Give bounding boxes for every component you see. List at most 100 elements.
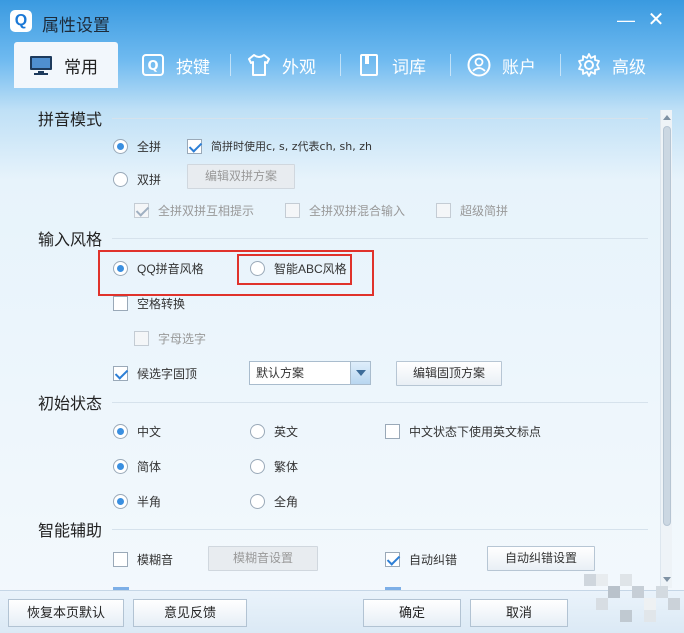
divider: [112, 529, 648, 530]
checkbox-indicator: [385, 552, 400, 567]
radio-indicator: [250, 424, 265, 439]
option-label: 全角: [274, 495, 299, 509]
close-button[interactable]: ✕: [644, 8, 668, 32]
tab-label: 外观: [282, 57, 316, 78]
checkbox-fuzzy[interactable]: 模糊音: [113, 551, 173, 568]
radio-indicator: [250, 494, 265, 509]
title-bar: Q 属性设置 — ✕: [0, 0, 684, 42]
tab-advanced[interactable]: 高级: [562, 42, 666, 88]
option-label: 空格转换: [137, 297, 186, 311]
radio-english[interactable]: 英文: [250, 423, 298, 440]
scrollbar[interactable]: [660, 110, 672, 588]
checkbox-indicator: [113, 366, 128, 381]
section-title-initial-state: 初始状态: [38, 394, 103, 413]
radio-simplified[interactable]: 简体: [113, 458, 161, 475]
radio-full-pinyin[interactable]: 全拼: [113, 138, 161, 155]
tab-separator: [230, 54, 231, 76]
checkbox-fixed-top[interactable]: 候选字固顶: [113, 365, 197, 382]
option-label: 半角: [137, 495, 162, 509]
option-label: 双拼: [137, 173, 162, 187]
tab-bar: 常用 Q 按键 外观 词库 账户 高级: [0, 42, 684, 88]
option-label: 超级简拼: [460, 204, 509, 218]
fuzzy-settings-button[interactable]: 模糊音设置: [208, 546, 318, 571]
app-logo: Q: [10, 10, 32, 32]
checkbox-auto-correct[interactable]: 自动纠错: [385, 551, 457, 568]
checkbox-mixed-input[interactable]: 全拼双拼混合输入: [285, 202, 405, 219]
option-label: 候选字固顶: [137, 367, 198, 381]
tab-label: 词库: [392, 57, 426, 78]
scroll-thumb[interactable]: [663, 126, 671, 526]
tab-account[interactable]: 账户: [452, 42, 556, 88]
divider: [112, 402, 648, 403]
restore-default-button[interactable]: 恢复本页默认: [8, 599, 124, 627]
tab-label: 高级: [612, 57, 646, 78]
radio-qq-style[interactable]: QQ拼音风格: [113, 260, 204, 277]
radio-traditional[interactable]: 繁体: [250, 458, 298, 475]
book-icon: [360, 54, 378, 76]
option-label: 全拼双拼混合输入: [309, 204, 406, 218]
window-title: 属性设置: [42, 16, 110, 36]
checkbox-space-convert[interactable]: 空格转换: [113, 295, 185, 312]
select-value: 默认方案: [256, 366, 305, 380]
checkbox-indicator: [285, 203, 300, 218]
option-label: 全拼: [137, 140, 162, 154]
checkbox-letter-select[interactable]: 字母选字: [134, 330, 206, 347]
user-icon: [467, 53, 491, 77]
checkbox-mutual-hint[interactable]: 全拼双拼互相提示: [134, 202, 254, 219]
minimize-button[interactable]: —: [614, 8, 638, 32]
tab-common[interactable]: 常用: [14, 42, 118, 88]
tab-label: 按键: [176, 57, 210, 78]
divider: [112, 118, 648, 119]
section-title-smart-assist: 智能辅助: [38, 521, 103, 540]
radio-chinese[interactable]: 中文: [113, 423, 161, 440]
option-label: 字母选字: [158, 332, 207, 346]
watermark-mosaic: [574, 560, 684, 633]
radio-indicator: [250, 261, 265, 276]
radio-indicator: [113, 494, 128, 509]
shirt-icon: [248, 54, 270, 76]
radio-double-pinyin[interactable]: 双拼: [113, 171, 161, 188]
option-label: 智能ABC风格: [274, 262, 347, 276]
chevron-down-icon[interactable]: [350, 362, 370, 384]
checkbox-jianpin-czs[interactable]: 简拼时使用c, s, z代表ch, sh, zh: [187, 138, 372, 154]
scheme-select[interactable]: 默认方案: [249, 361, 371, 385]
checkbox-indicator: [134, 203, 149, 218]
edit-double-pinyin-button[interactable]: 编辑双拼方案: [187, 164, 295, 189]
radio-indicator: [113, 424, 128, 439]
tab-label: 常用: [64, 57, 98, 78]
checkbox-indicator: [113, 552, 128, 567]
radio-indicator: [113, 261, 128, 276]
checkbox-english-punct[interactable]: 中文状态下使用英文标点: [385, 423, 541, 440]
radio-half-width[interactable]: 半角: [113, 493, 161, 510]
svg-text:Q: Q: [147, 59, 158, 74]
edit-fixed-scheme-button[interactable]: 编辑固顶方案: [396, 361, 502, 386]
option-label: 模糊音: [137, 553, 174, 567]
settings-panel: 拼音模式 全拼 简拼时使用c, s, z代表ch, sh, zh 双拼 编辑双拼…: [0, 88, 670, 590]
checkbox-indicator: [436, 203, 451, 218]
checkbox-indicator: [113, 296, 128, 311]
scroll-up-icon[interactable]: [662, 112, 672, 124]
checkbox-indicator: [134, 331, 149, 346]
gear-icon: [578, 53, 600, 77]
feedback-button[interactable]: 意见反馈: [133, 599, 247, 627]
option-label: 自动纠错: [409, 553, 458, 567]
option-label: 简拼时使用c, s, z代表ch, sh, zh: [211, 140, 372, 153]
radio-indicator: [113, 459, 128, 474]
radio-full-width[interactable]: 全角: [250, 493, 298, 510]
option-label: 中文状态下使用英文标点: [409, 425, 542, 439]
tab-separator: [340, 54, 341, 76]
key-icon: Q: [142, 54, 164, 76]
tab-appearance[interactable]: 外观: [232, 42, 336, 88]
option-label: 全拼双拼互相提示: [158, 204, 255, 218]
tab-keys[interactable]: Q 按键: [126, 42, 228, 88]
option-label: 繁体: [274, 460, 299, 474]
section-title-input-style: 输入风格: [38, 230, 103, 249]
section-title-pinyin-mode: 拼音模式: [38, 110, 103, 129]
ok-button[interactable]: 确定: [363, 599, 461, 627]
radio-abc-style[interactable]: 智能ABC风格: [250, 260, 347, 277]
tab-dictionary[interactable]: 词库: [342, 42, 446, 88]
cancel-button[interactable]: 取消: [470, 599, 568, 627]
checkbox-super-jianpin[interactable]: 超级简拼: [436, 202, 508, 219]
tab-label: 账户: [502, 57, 536, 78]
divider: [112, 238, 648, 239]
